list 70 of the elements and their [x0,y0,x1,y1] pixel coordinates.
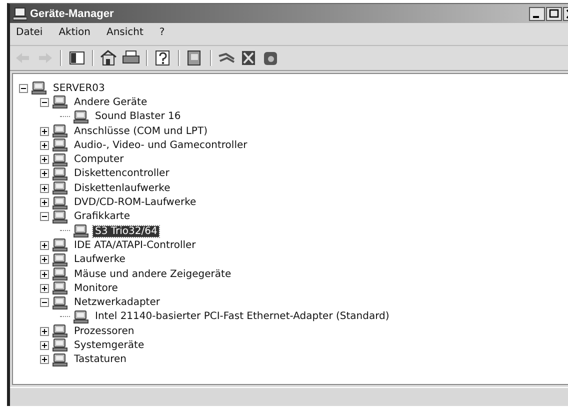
expander-icon[interactable] [40,255,48,264]
tree-item[interactable]: DVD/CD-ROM-Laufwerke [72,197,198,208]
device-icon [31,81,47,96]
tree-item[interactable]: Tastaturen [72,354,128,366]
minimize-button[interactable] [529,6,545,20]
expander-icon[interactable] [40,212,48,222]
tree-item[interactable]: Anschlüsse (COM und LPT) [72,126,210,137]
device-icon [52,138,68,152]
disable-button[interactable] [262,50,280,66]
expander-icon[interactable] [40,240,48,250]
menu-item[interactable]: Ansicht [106,27,144,41]
menu-item[interactable]: ? [159,27,165,41]
device-icon [73,310,89,324]
device-icon [52,324,68,338]
tree-item[interactable]: Intel 21140-basierter PCI-Fast Ethernet-Adapter (Standard) [93,311,392,322]
uninstall-button[interactable] [240,50,258,66]
device-icon [52,352,68,367]
tree-item[interactable]: SERVER03 [51,82,107,94]
expander-icon[interactable] [40,284,48,293]
print-button[interactable] [122,50,140,66]
device-icon [52,166,68,181]
tree-item[interactable]: Diskettenlaufwerke [72,182,172,194]
window-title: Geräte-Manager [30,8,114,20]
device-icon [73,110,89,124]
menu-item[interactable]: Aktion [58,27,90,41]
expander-icon[interactable] [40,198,48,208]
expander-icon[interactable] [40,98,48,107]
expander-icon[interactable] [40,184,48,193]
menu-item[interactable]: Datei [16,27,43,41]
device-icon [52,95,68,110]
expander-icon[interactable] [40,326,48,336]
tree-item[interactable]: S3 Trio32/64 [93,226,160,237]
expander-icon[interactable] [40,270,48,278]
device-icon [52,338,68,352]
tree-item[interactable]: Laufwerke [72,254,128,266]
device-icon [73,224,89,238]
device-icon [52,238,68,252]
device-icon [52,124,68,138]
tree-item[interactable]: Sound Blaster 16 [93,111,183,122]
help-button[interactable] [154,50,172,66]
tree-item[interactable]: Andere Geräte [72,96,150,108]
expander-icon[interactable] [40,355,48,364]
device-icon [52,296,68,310]
device-icon [52,181,68,196]
expander-icon[interactable] [40,155,48,164]
device-icon [52,210,68,224]
device-icon [52,267,68,281]
computer-icon [13,6,27,20]
device-icon [52,196,68,210]
device-icon [52,252,68,267]
tree-item[interactable]: Grafikkarte [72,211,132,222]
tree-item[interactable]: Systemgeräte [72,340,146,351]
expander-icon[interactable] [40,340,48,350]
tree-item[interactable]: Audio-, Video- und Gamecontroller [72,140,250,151]
device-icon [52,281,68,296]
expander-icon[interactable] [40,140,48,150]
tree-item[interactable]: Netzwerkadapter [72,297,162,308]
properties-button[interactable] [100,50,118,66]
expander-icon[interactable] [18,84,28,93]
expander-icon[interactable] [40,298,48,308]
tree-item[interactable]: Monitore [72,282,120,294]
expander-icon[interactable] [40,126,48,136]
tree-item[interactable]: IDE ATA/ATAPI-Controller [72,240,198,251]
device-icon [52,152,68,167]
tree-item[interactable]: Diskettencontroller [72,168,172,180]
tree-item[interactable]: Prozessoren [72,326,136,337]
tree-item[interactable]: Computer [72,154,126,166]
panel-toggle-button[interactable] [68,50,86,66]
expander-icon[interactable] [40,169,48,178]
tree-item[interactable]: Mäuse und andere Zeigegeräte [72,268,234,280]
